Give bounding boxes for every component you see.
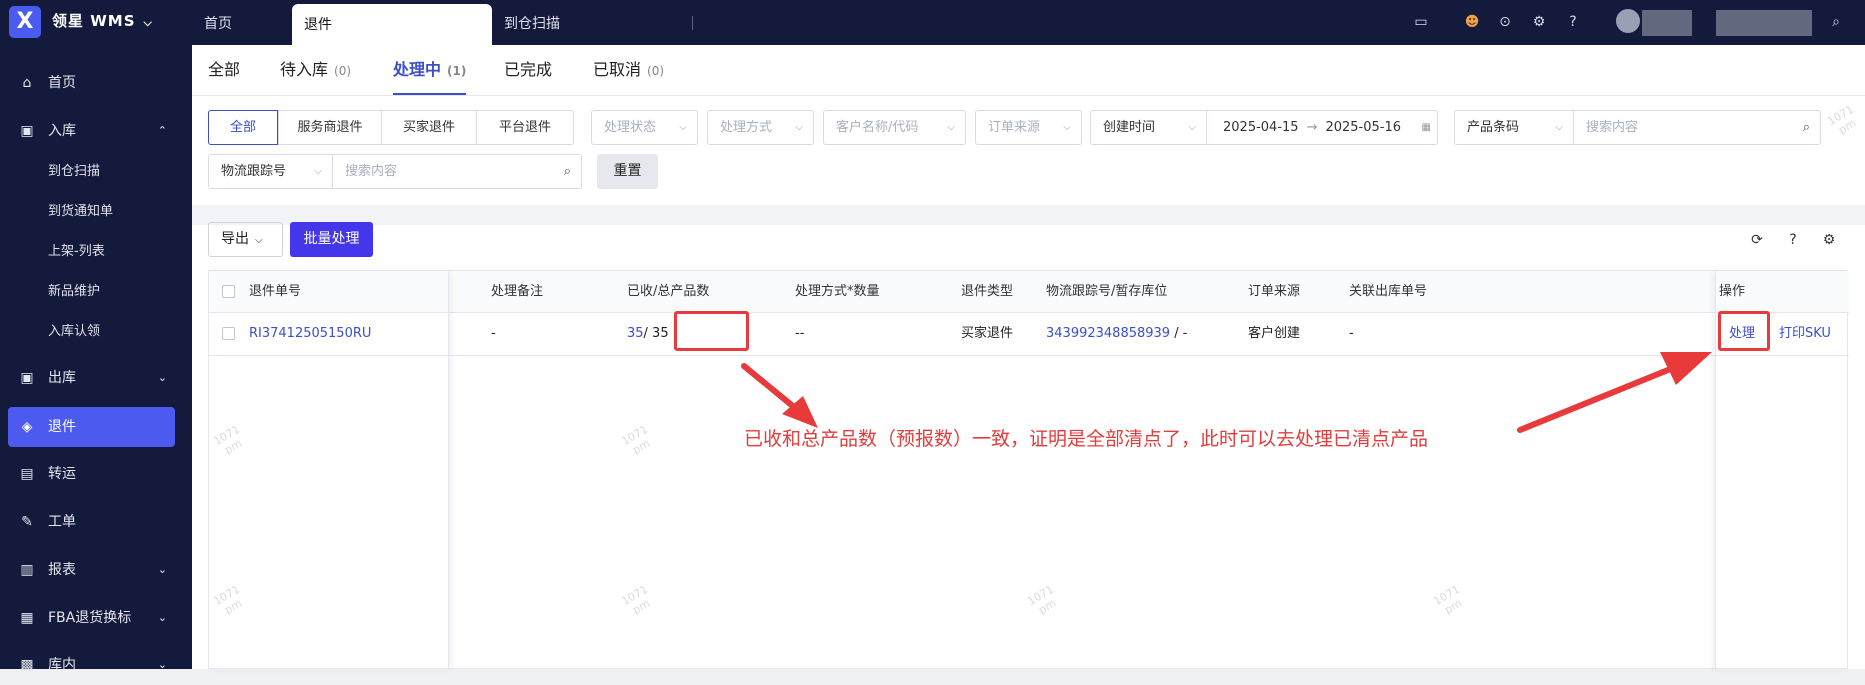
annotation-text: 已收和总产品数（预报数）一致，证明是全部清点了，此时可以去处理已清点产品 [744,428,1429,450]
arrow-line-left [741,363,803,415]
annotation-arrows [741,352,1712,433]
arrow-line-right [1517,367,1671,433]
